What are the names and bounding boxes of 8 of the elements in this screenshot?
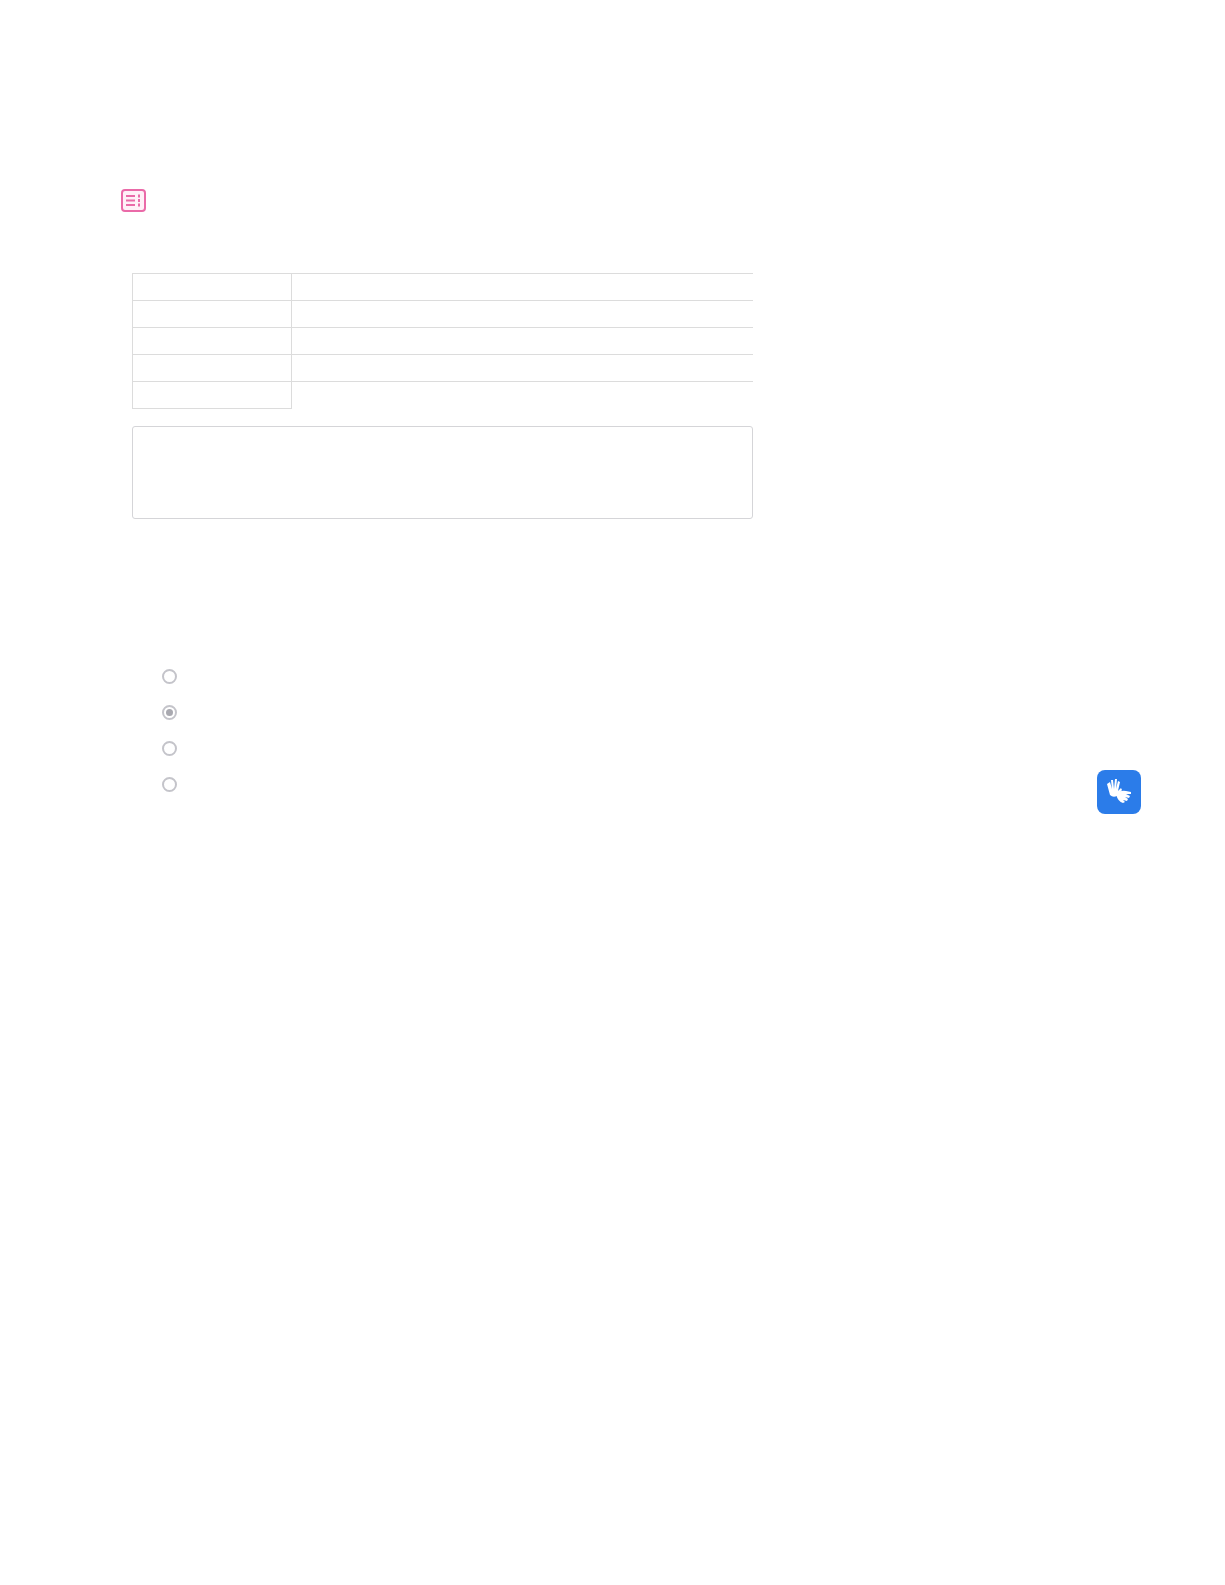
radio-button[interactable] [162,705,177,720]
accessibility-button[interactable] [1097,770,1141,814]
radio-button[interactable] [162,669,177,684]
radio-button[interactable] [162,777,177,792]
text-area[interactable] [132,426,753,519]
list-icon [120,188,147,213]
radio-button[interactable] [162,741,177,756]
hands-icon [1104,778,1134,806]
